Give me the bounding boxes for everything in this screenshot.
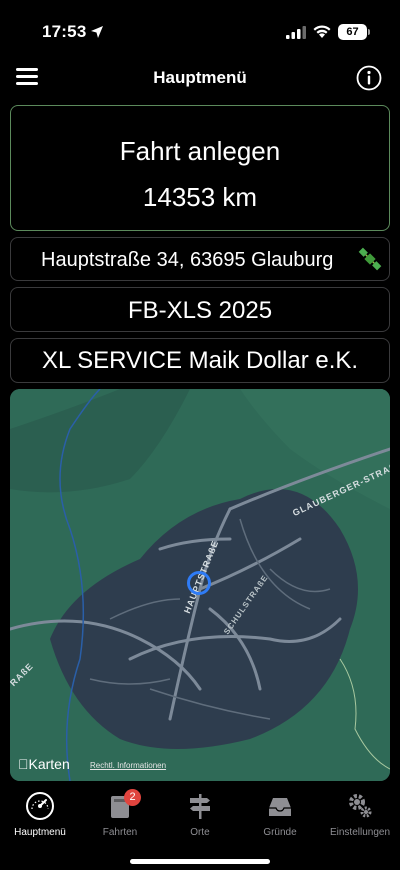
battery-icon: 67 xyxy=(338,24,367,40)
map-view[interactable]: HAUPTSTRAßE SCHULSTRAßE GLAUBERGER-STRAß… xyxy=(10,389,390,781)
company-field[interactable]: XL SERVICE Maik Dollar e.K. xyxy=(10,338,390,383)
address-field[interactable]: Hauptstraße 34, 63695 Glauburg xyxy=(10,237,390,281)
tab-orte[interactable]: Orte xyxy=(160,789,240,845)
speedometer-icon xyxy=(26,792,54,820)
tab-bar: Hauptmenü 2 Fahrten Orte Gründe Einstell… xyxy=(0,783,400,870)
company-text: XL SERVICE Maik Dollar e.K. xyxy=(41,347,359,374)
odometer-value: 14353 km xyxy=(142,182,258,212)
tab-label: Fahrten xyxy=(102,827,138,838)
nav-bar: Hauptmenü xyxy=(0,62,400,98)
fahrten-badge: 2 xyxy=(124,789,141,806)
gears-icon xyxy=(349,794,372,818)
current-location-marker xyxy=(187,571,211,595)
status-bar: 17:53 67 xyxy=(0,0,400,62)
tab-hauptmenu[interactable]: Hauptmenü xyxy=(0,789,80,845)
page-title: Hauptmenü xyxy=(153,68,247,87)
create-trip-button[interactable]: Fahrt anlegen 14353 km xyxy=(10,105,390,231)
battery-nub xyxy=(368,29,370,35)
tab-label: Hauptmenü xyxy=(14,827,66,838)
create-trip-label: Fahrt anlegen xyxy=(119,136,281,166)
wifi-icon xyxy=(313,25,331,38)
satellite-icon xyxy=(358,247,382,271)
battery-level: 67 xyxy=(346,26,359,38)
signpost-icon xyxy=(190,794,210,819)
legal-info-link[interactable]: Rechtl. Informationen xyxy=(90,761,166,770)
location-arrow-icon xyxy=(91,26,103,38)
tab-label: Orte xyxy=(190,827,210,838)
license-plate-text: FB-XLS 2025 xyxy=(127,297,273,324)
status-time: 17:53 xyxy=(42,22,87,41)
tab-fahrten[interactable]: 2 Fahrten xyxy=(80,789,160,845)
home-indicator[interactable] xyxy=(130,859,270,864)
tray-icon xyxy=(269,798,291,816)
tab-label: Einstellungen xyxy=(329,827,391,838)
tab-einstellungen[interactable]: Einstellungen xyxy=(320,789,400,845)
info-icon[interactable] xyxy=(356,65,382,91)
license-plate-field[interactable]: FB-XLS 2025 xyxy=(10,287,390,332)
address-text: Hauptstraße 34, 63695 Glauburg xyxy=(41,249,334,271)
tab-gruende[interactable]: Gründe xyxy=(240,789,320,845)
cellular-signal-icon xyxy=(286,26,306,39)
tab-label: Gründe xyxy=(263,827,297,838)
apple-maps-logo: Karten xyxy=(18,756,70,772)
